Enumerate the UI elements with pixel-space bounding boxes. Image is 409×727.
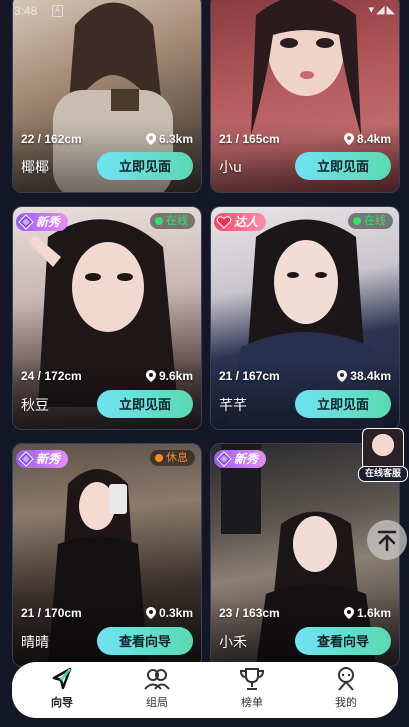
tab-label: 榜单 xyxy=(241,696,263,709)
profile-card[interactable]: 达人 在线 21 / 167cm 38.4km 芊芊 立即见面 xyxy=(210,206,400,430)
profile-name: 芊芊 xyxy=(219,398,247,414)
diamond-badge-icon xyxy=(18,451,34,467)
badge-talent: 达人 xyxy=(214,213,267,231)
badge-label: 新秀 xyxy=(36,452,61,466)
profile-name: 椰椰 xyxy=(21,160,49,176)
distance-value: 8.4km xyxy=(356,132,391,146)
profile-card[interactable]: 22 / 162cm 6.3km 椰椰 立即见面 xyxy=(12,0,202,193)
distance-value: 9.6km xyxy=(158,369,193,383)
badge-label: 新秀 xyxy=(36,215,61,229)
navigation-arrow-icon xyxy=(52,667,72,690)
customer-service-avatar xyxy=(362,428,404,470)
heart-badge-icon xyxy=(216,216,232,229)
tab-label: 向导 xyxy=(51,696,73,709)
signal-battery-icons: ▾◢◣ xyxy=(368,4,397,16)
age-height: 21 / 167cm xyxy=(219,369,280,383)
profile-grid: 22 / 162cm 6.3km 椰椰 立即见面 21 / 165cm 8.4k… xyxy=(0,0,409,727)
meet-now-button[interactable]: 立即见面 xyxy=(97,152,193,180)
age-height: 24 / 172cm xyxy=(21,369,82,383)
location-pin-icon xyxy=(343,133,354,145)
badge-new-talent: 新秀 xyxy=(16,450,69,468)
meet-now-button[interactable]: 立即见面 xyxy=(97,390,193,418)
arrow-up-icon xyxy=(377,530,397,552)
profile-card[interactable]: 新秀 在线 24 / 172cm 9.6km 秋豆 立即见面 xyxy=(12,206,202,430)
age-height: 22 / 162cm xyxy=(21,132,82,146)
presence-label: 休息 xyxy=(166,451,188,464)
back-to-top-button[interactable] xyxy=(367,520,407,560)
trophy-icon xyxy=(239,668,265,690)
customer-service-button[interactable]: 在线客服 xyxy=(358,428,408,482)
distance-value: 1.6km xyxy=(356,606,391,620)
diamond-badge-icon xyxy=(216,451,232,467)
tab-label: 组局 xyxy=(146,696,168,709)
group-icon xyxy=(144,669,170,690)
profile-card[interactable]: 21 / 165cm 8.4km 小u 立即见面 xyxy=(210,0,400,193)
customer-service-label: 在线客服 xyxy=(358,466,408,482)
presence-badge: 休息 xyxy=(150,450,195,466)
meet-now-button[interactable]: 立即见面 xyxy=(295,152,391,180)
location-pin-icon xyxy=(145,133,156,145)
profile-name: 晴晴 xyxy=(21,635,49,651)
distance: 1.6km xyxy=(343,606,391,620)
tab-profile[interactable]: 我的 xyxy=(316,666,376,714)
location-pin-icon xyxy=(145,607,156,619)
presence-label: 在线 xyxy=(364,214,386,227)
presence-badge: 在线 xyxy=(150,213,195,229)
age-height: 21 / 170cm xyxy=(21,606,82,620)
distance: 6.3km xyxy=(145,132,193,146)
presence-dot xyxy=(155,217,163,225)
view-guide-button[interactable]: 查看向导 xyxy=(97,627,193,655)
distance: 8.4km xyxy=(343,132,391,146)
status-bar: 3:48 A ▾◢◣ xyxy=(0,0,409,22)
bottom-tab-bar: 向导 组局 榜单 我的 xyxy=(12,662,398,718)
distance-value: 38.4km xyxy=(350,369,391,383)
tab-guide[interactable]: 向导 xyxy=(32,666,92,714)
badge-label: 达人 xyxy=(234,215,259,229)
distance: 9.6km xyxy=(145,369,193,383)
profile-icon xyxy=(338,667,354,691)
presence-badge: 在线 xyxy=(348,213,393,229)
profile-name: 小u xyxy=(219,160,242,176)
tab-label: 我的 xyxy=(335,696,357,709)
status-time: 3:48 xyxy=(14,4,38,18)
location-pin-icon xyxy=(343,607,354,619)
profile-name: 秋豆 xyxy=(21,398,49,414)
badge-new-talent: 新秀 xyxy=(214,450,267,468)
location-pin-icon xyxy=(337,370,348,382)
presence-dot xyxy=(353,217,361,225)
profile-card[interactable]: 新秀 休息 21 / 170cm 0.3km 晴晴 查看向导 xyxy=(12,443,202,667)
distance: 38.4km xyxy=(337,369,391,383)
age-height: 23 / 163cm xyxy=(219,606,280,620)
badge-label: 新秀 xyxy=(234,452,259,466)
distance: 0.3km xyxy=(145,606,193,620)
view-guide-button[interactable]: 查看向导 xyxy=(295,627,391,655)
profile-name: 小禾 xyxy=(219,635,247,651)
distance-value: 0.3km xyxy=(158,606,193,620)
location-pin-icon xyxy=(145,370,156,382)
presence-dot xyxy=(155,454,163,462)
tab-group[interactable]: 组局 xyxy=(127,666,187,714)
distance-value: 6.3km xyxy=(158,132,193,146)
meet-now-button[interactable]: 立即见面 xyxy=(295,390,391,418)
diamond-badge-icon xyxy=(18,214,34,230)
badge-new-talent: 新秀 xyxy=(16,213,69,231)
age-height: 21 / 165cm xyxy=(219,132,280,146)
notification-icon: A xyxy=(52,5,63,17)
presence-label: 在线 xyxy=(166,214,188,227)
tab-ranking[interactable]: 榜单 xyxy=(222,666,282,714)
